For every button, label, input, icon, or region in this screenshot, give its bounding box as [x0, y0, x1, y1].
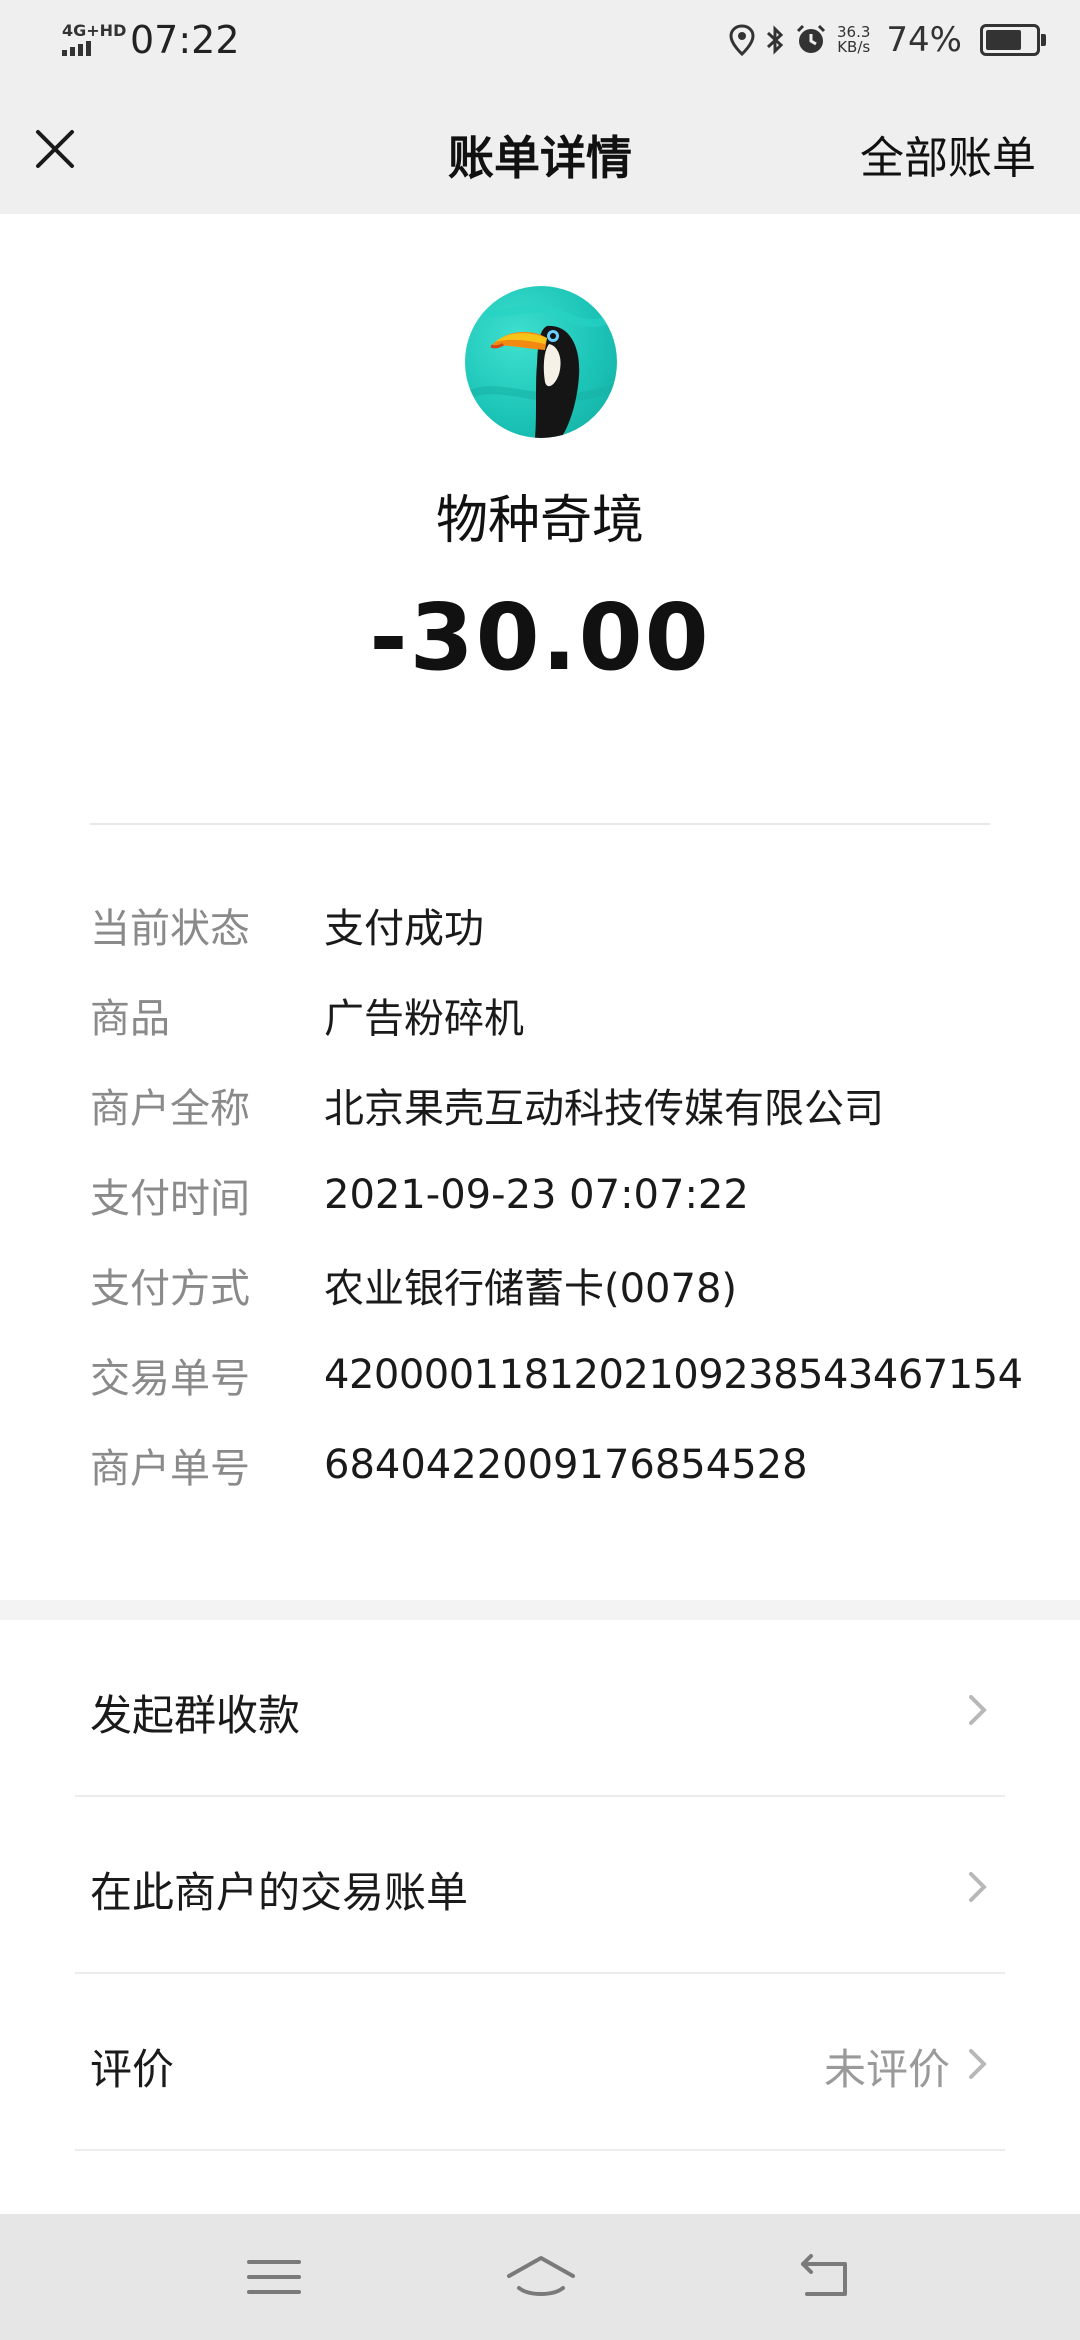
- detail-value: 农业银行储蓄卡(0078): [324, 1266, 738, 1312]
- network-label: 4G+HD: [62, 21, 127, 40]
- detail-label: 支付方式: [90, 1266, 250, 1312]
- detail-value: 2021-09-23 07:07:22: [324, 1172, 749, 1218]
- detail-value: 6840422009176854528: [324, 1442, 808, 1488]
- location-icon: [729, 24, 755, 56]
- detail-row-status: 当前状态 支付成功: [90, 880, 1050, 970]
- detail-label: 当前状态: [90, 906, 250, 952]
- speed-unit: KB/s: [837, 38, 871, 56]
- section-gap: [0, 1600, 1080, 1620]
- detail-label: 商户单号: [90, 1446, 250, 1492]
- detail-value: 4200001181202109238543467154: [324, 1352, 1023, 1398]
- battery-percent: 74%: [886, 20, 962, 60]
- action-label: 评价: [90, 2045, 175, 2094]
- detail-row-pay-time: 支付时间 2021-09-23 07:07:22: [90, 1150, 1050, 1240]
- detail-label: 支付时间: [90, 1176, 250, 1222]
- chevron-right-icon: [969, 2049, 987, 2079]
- detail-row-pay-method: 支付方式 农业银行储蓄卡(0078): [90, 1240, 1050, 1330]
- detail-value: 支付成功: [324, 906, 484, 952]
- chevron-right-icon: [969, 1695, 987, 1725]
- detail-row-merchant-fullname: 商户全称 北京果壳互动科技传媒有限公司: [90, 1060, 1050, 1150]
- status-time: 07:22: [130, 18, 240, 62]
- divider: [90, 823, 990, 825]
- detail-value: 广告粉碎机: [324, 996, 524, 1042]
- action-list: 发起群收款 在此商户的交易账单 评价 未评价: [0, 1620, 1080, 2151]
- all-bills-button[interactable]: 全部账单: [860, 122, 1036, 186]
- merchant-bills-button[interactable]: 在此商户的交易账单: [0, 1797, 1080, 1974]
- toucan-icon: [465, 302, 617, 438]
- review-button[interactable]: 评价 未评价: [0, 1974, 1080, 2151]
- signal-icon: [62, 41, 122, 56]
- chevron-right-icon: [969, 1872, 987, 1902]
- alarm-icon: [796, 24, 826, 53]
- home-icon[interactable]: [505, 2250, 577, 2304]
- detail-row-merchant-order-id: 商户单号 6840422009176854528: [90, 1420, 1050, 1510]
- network-indicator: 4G+HD: [62, 22, 126, 56]
- back-icon[interactable]: [795, 2250, 855, 2304]
- status-right: 36.3 KB/s 74%: [729, 20, 1046, 60]
- nav-bar: 账单详情 全部账单: [0, 84, 1080, 214]
- group-collect-button[interactable]: 发起群收款: [0, 1620, 1080, 1797]
- detail-label: 交易单号: [90, 1356, 250, 1402]
- status-bar: 4G+HD 07:22 36.3 KB/s 74%: [0, 0, 1080, 84]
- network-speed: 36.3 KB/s: [837, 25, 870, 55]
- battery-icon: [980, 24, 1046, 56]
- detail-row-transaction-id: 交易单号 4200001181202109238543467154: [90, 1330, 1050, 1420]
- merchant-avatar: [465, 286, 617, 438]
- action-label: 发起群收款: [90, 1691, 301, 1740]
- transaction-amount: -30.00: [369, 584, 711, 691]
- detail-value: 北京果壳互动科技传媒有限公司: [324, 1086, 884, 1132]
- review-status: 未评价: [823, 2045, 950, 2094]
- bluetooth-icon: [766, 25, 784, 55]
- detail-label: 商户全称: [90, 1086, 250, 1132]
- bill-details: 当前状态 支付成功 商品 广告粉碎机 商户全称 北京果壳互动科技传媒有限公司 支…: [90, 880, 1050, 1510]
- detail-row-product: 商品 广告粉碎机: [90, 970, 1050, 1060]
- detail-label: 商品: [90, 996, 170, 1042]
- system-nav-bar: [0, 2214, 1080, 2340]
- merchant-name: 物种奇境: [435, 491, 644, 551]
- divider: [75, 2149, 1005, 2151]
- action-label: 在此商户的交易账单: [90, 1868, 469, 1917]
- menu-icon[interactable]: [244, 2250, 304, 2304]
